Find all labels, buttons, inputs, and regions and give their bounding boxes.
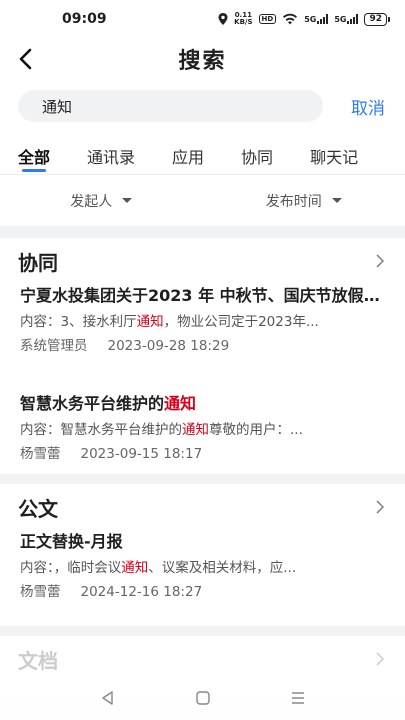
item-meta: 杨雪蕾 2024-12-16 18:27 [20,580,387,604]
publish-time-filter[interactable]: 发布时间 [203,191,405,211]
location-icon [218,13,228,25]
signal-2-icon: 5G [334,14,359,24]
caret-down-icon [331,198,342,203]
tab-apps[interactable]: 应用 [172,132,204,174]
item-meta: 杨雪蕾 2023-09-15 18:17 [20,442,387,466]
item-author: 杨雪蕾 [20,584,61,600]
list-item[interactable]: 智慧水务平台维护的通知 内容：智慧水务平台维护的通知尊敬的用户：... 杨雪蕾 2… [0,378,405,474]
section-collaboration: 协同 宁夏水投集团关于2023 年 中秋节、国庆节放假安排的通知 内容：3、接水… [0,238,405,474]
item-author: 系统管理员 [20,338,88,354]
item-time: 2024-12-16 18:27 [80,584,203,600]
cancel-button[interactable]: 取消 [351,94,385,119]
section-header-collaboration[interactable]: 协同 [0,238,405,284]
initiator-filter-label: 发起人 [70,193,113,210]
status-icons: 0.11 KB/S HD 5G 5G 92 [218,11,390,26]
filter-row: 发起人 发布时间 [0,174,405,226]
list-item[interactable]: 正文替换-月报 内容：，临时会议通知、议案及相关材料，应... 杨雪蕾 2024-… [0,530,405,626]
section-title: 协同 [18,250,58,275]
system-nav-bar [0,676,405,720]
category-tabs: 全部 通讯录 应用 协同 聊天记 [0,132,405,174]
chevron-left-icon[interactable] [14,46,40,72]
search-row: 取消 [0,80,405,132]
item-time: 2023-09-15 18:17 [80,446,203,462]
initiator-filter[interactable]: 发起人 [0,191,203,211]
item-author: 杨雪蕾 [20,446,61,462]
item-content: 内容：，临时会议通知、议案及相关材料，应... [20,560,297,576]
network-speed: 0.11 KB/S [234,11,253,26]
chevron-right-icon[interactable] [373,500,387,514]
list-item[interactable]: 宁夏水投集团关于2023 年 中秋节、国庆节放假安排的通知 内容：3、接水利厅通… [0,284,405,378]
search-input[interactable] [18,90,323,122]
page-title: 搜索 [178,49,227,74]
hd-badge: HD [258,14,277,24]
tab-all[interactable]: 全部 [18,132,50,174]
item-time: 2023-09-28 18:29 [107,338,230,354]
wifi-icon [283,13,298,25]
nav-bar: 搜索 [0,38,405,80]
section-title: 公文 [18,496,58,521]
menu-lines-icon[interactable] [289,689,307,707]
item-content: 内容：3、接水利厅通知，物业公司定于2023年... [20,314,319,330]
section-title: 文档 [18,648,58,673]
item-title: 正文替换-月报 [20,532,123,551]
chevron-right-icon[interactable] [373,254,387,268]
tab-contacts[interactable]: 通讯录 [87,132,135,174]
item-title: 智慧水务平台维护的通知 [20,394,197,413]
status-bar: 09:09 0.11 KB/S HD 5G 5G 92 [0,0,405,38]
item-meta: 系统管理员 2023-09-28 18:29 [20,334,387,358]
item-title: 宁夏水投集团关于2023 年 中秋节、国庆节放假安排的通知 [20,286,387,305]
triangle-back-icon[interactable] [99,689,117,707]
tab-chat-records[interactable]: 聊天记 [310,132,358,174]
signal-1-icon: 5G [304,14,329,24]
status-time: 09:09 [62,11,107,27]
chevron-right-icon[interactable] [373,652,387,666]
publish-time-filter-label: 发布时间 [265,193,322,210]
item-content: 内容：智慧水务平台维护的通知尊敬的用户：... [20,422,303,438]
section-documents: 公文 正文替换-月报 内容：，临时会议通知、议案及相关材料，应... 杨雪蕾 20… [0,484,405,626]
section-header-documents[interactable]: 公文 [0,484,405,530]
square-home-icon[interactable] [194,689,212,707]
tab-collaboration[interactable]: 协同 [241,132,273,174]
battery-icon: 92 [364,12,390,26]
caret-down-icon [122,198,133,203]
